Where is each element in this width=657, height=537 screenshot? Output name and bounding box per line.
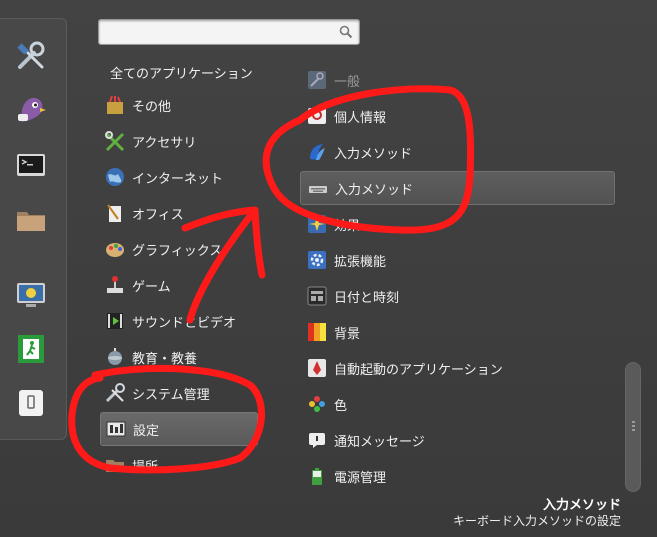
folder-icon (17, 212, 45, 231)
fav-shutdown[interactable] (12, 384, 50, 422)
extensions-icon (306, 249, 328, 271)
app-label: 個人情報 (334, 110, 387, 126)
app-power-management[interactable]: 電源管理 (300, 459, 615, 493)
app-label: 色 (334, 398, 348, 414)
terminal-icon (17, 154, 45, 176)
settings-icon (105, 418, 127, 440)
app-effects[interactable]: 効果 (300, 207, 615, 241)
category-education[interactable]: 教育・教養 (100, 340, 258, 374)
category-graphics[interactable]: グラフィックス (100, 232, 258, 266)
fav-pidgin[interactable] (12, 90, 50, 128)
color-icon (306, 393, 328, 415)
logout-icon (18, 335, 44, 363)
notifications-icon (306, 429, 328, 451)
fav-system-tools[interactable] (12, 37, 50, 75)
category-label: 設定 (133, 423, 160, 439)
app-label: 通知メッセージ (334, 434, 425, 450)
app-notifications[interactable]: 通知メッセージ (300, 423, 615, 457)
pidgin-icon (18, 97, 46, 122)
games-icon (104, 274, 126, 296)
graphics-icon (104, 238, 126, 260)
places-icon (104, 454, 126, 476)
app-label: 電源管理 (334, 470, 387, 486)
fav-logout[interactable] (12, 330, 50, 368)
office-icon (104, 202, 126, 224)
effects-icon (306, 213, 328, 235)
search-icon (339, 25, 353, 39)
category-office[interactable]: オフィス (100, 196, 258, 230)
app-startup-applications[interactable]: 自動起動のアプリケーション (300, 351, 615, 385)
education-icon (104, 346, 126, 368)
category-all-applications[interactable]: 全てのアプリケーション (110, 63, 253, 82)
general-icon (306, 69, 328, 91)
search-input[interactable] (103, 22, 337, 44)
app-list-scrollbar[interactable] (625, 362, 641, 492)
category-label: システム管理 (132, 387, 210, 403)
category-label: ゲーム (132, 279, 171, 295)
category-label: 場所 (132, 459, 159, 475)
app-label: 背景 (334, 326, 361, 342)
category-label: その他 (132, 99, 172, 115)
app-label: 効果 (334, 218, 361, 234)
search-box[interactable] (98, 19, 360, 45)
shutdown-icon (19, 390, 43, 416)
tools-icon (17, 41, 45, 69)
accessories-icon (104, 130, 126, 152)
category-accessories[interactable]: アクセサリ (100, 124, 258, 158)
personal-info-icon (306, 105, 328, 127)
app-label: 入力メソッド (335, 182, 414, 198)
app-label: 拡張機能 (334, 254, 387, 270)
category-label: グラフィックス (132, 243, 223, 259)
startup-apps-icon (306, 357, 328, 379)
category-label: 教育・教養 (132, 351, 198, 367)
favorites-sidebar (0, 18, 67, 440)
app-label: 入力メソッド (334, 146, 413, 162)
input-method-icon (306, 141, 328, 163)
app-input-method-keyboard[interactable]: 入力メソッド (300, 171, 615, 205)
app-extensions[interactable]: 拡張機能 (300, 243, 615, 277)
app-label: 自動起動のアプリケーション (334, 362, 503, 378)
selected-app-title: 入力メソッド (542, 498, 621, 513)
category-settings[interactable]: 設定 (100, 412, 258, 446)
cinnamon-menu: 全てのアプリケーション その他 アクセサリ インターネット オフィス グラフィッ… (0, 0, 657, 537)
app-date-time[interactable]: 日付と時刻 (300, 279, 615, 313)
app-label: 日付と時刻 (334, 290, 400, 306)
lock-screen-icon (17, 283, 45, 307)
app-personal-info[interactable]: 個人情報 (300, 99, 615, 133)
category-label: インターネット (132, 171, 224, 187)
system-admin-icon (104, 382, 126, 404)
fav-lock-screen[interactable] (12, 276, 50, 314)
app-general[interactable]: 一般 (300, 63, 615, 97)
category-label: アクセサリ (132, 135, 197, 151)
category-places[interactable]: 場所 (100, 448, 258, 482)
fav-files[interactable] (12, 201, 50, 239)
app-input-method-fcitx[interactable]: 入力メソッド (300, 135, 615, 169)
app-background[interactable]: 背景 (300, 315, 615, 349)
selected-app-description: キーボード入力メソッドの設定 (452, 514, 621, 528)
keyboard-icon (307, 177, 329, 199)
sound-video-icon (104, 310, 126, 332)
category-games[interactable]: ゲーム (100, 268, 258, 302)
background-icon (306, 321, 328, 343)
other-icon (104, 94, 126, 116)
category-system-admin[interactable]: システム管理 (100, 376, 258, 410)
power-icon (306, 465, 328, 487)
internet-icon (104, 166, 126, 188)
category-other[interactable]: その他 (100, 88, 258, 122)
category-sound-video[interactable]: サウンドとビデオ (100, 304, 258, 338)
app-label: 一般 (334, 74, 361, 90)
scrollbar-grip[interactable] (632, 421, 635, 433)
fav-terminal[interactable] (12, 146, 50, 184)
app-color[interactable]: 色 (300, 387, 615, 421)
category-label: オフィス (132, 207, 184, 223)
date-time-icon (306, 285, 328, 307)
category-label: サウンドとビデオ (132, 315, 237, 331)
category-internet[interactable]: インターネット (100, 160, 258, 194)
